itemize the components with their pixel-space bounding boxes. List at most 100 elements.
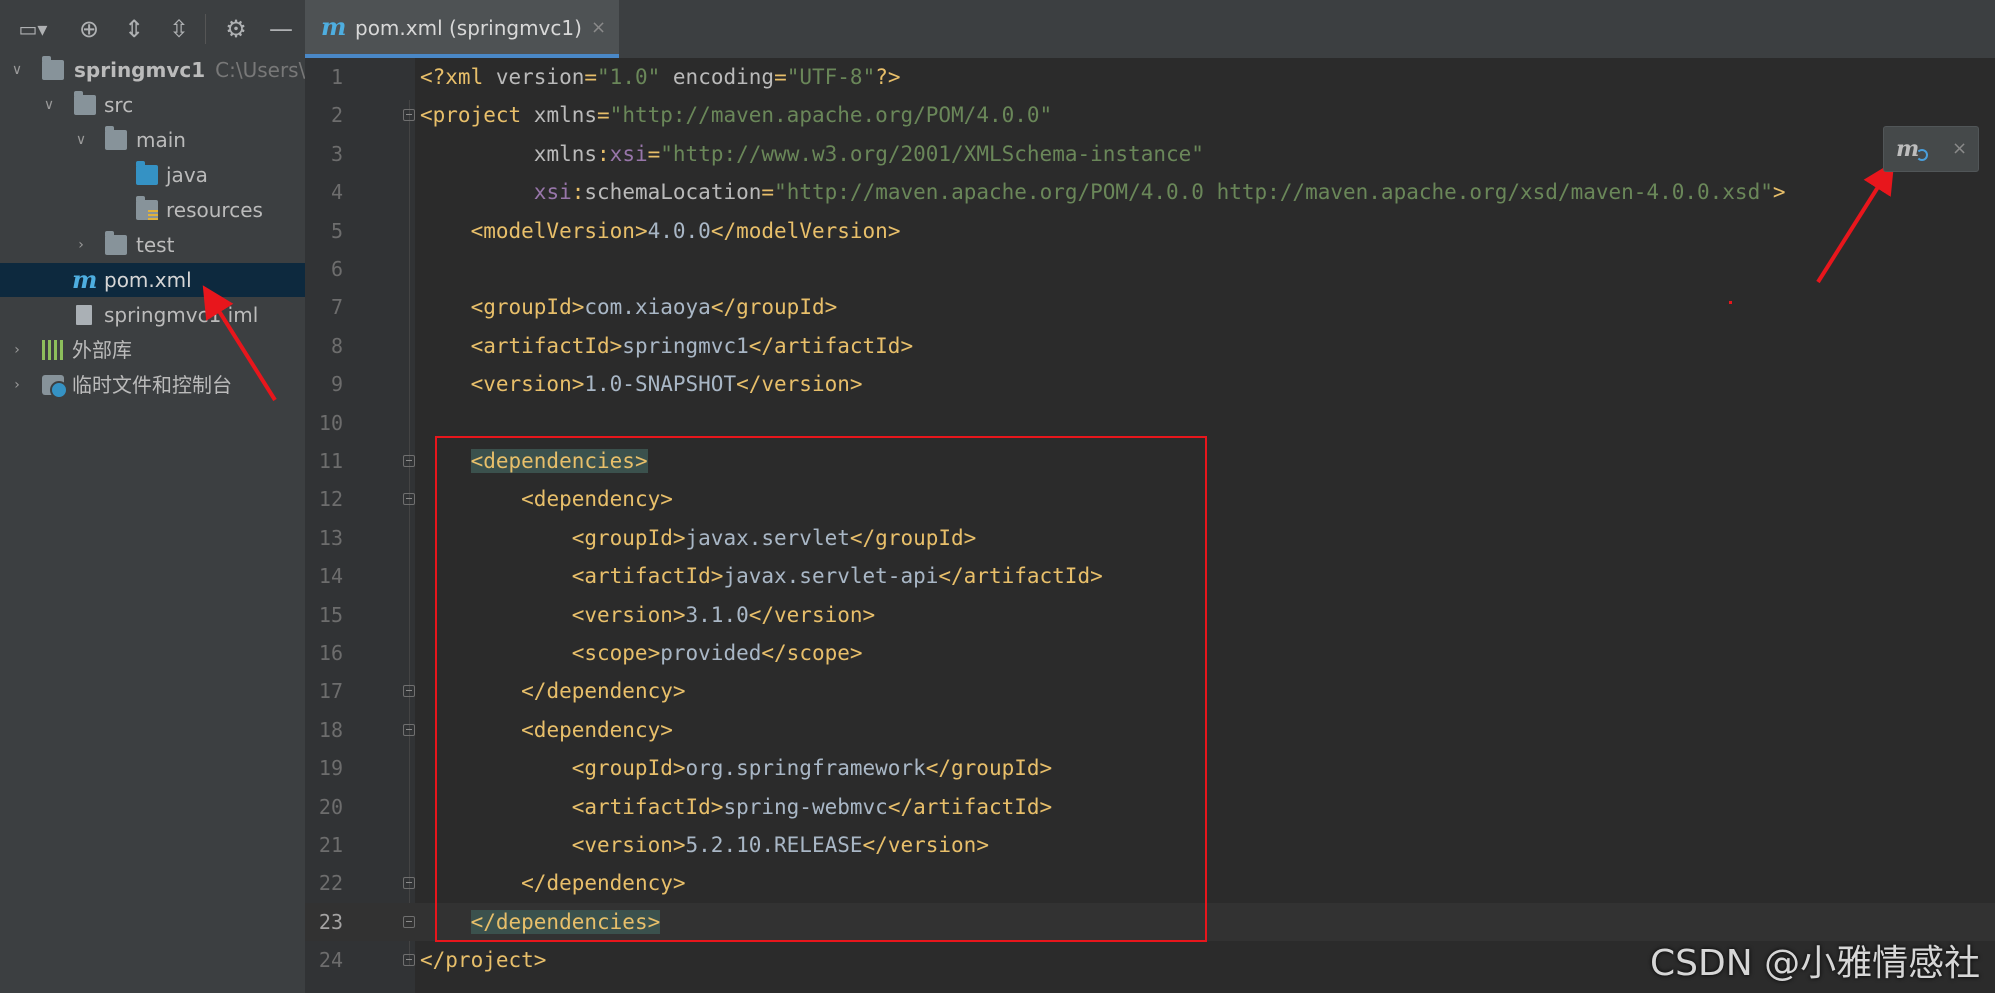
code-line[interactable]: 15 <version>3.1.0</version> [305, 596, 1995, 634]
code-token: <project [420, 103, 534, 128]
tree-item-label: 外部库 [72, 338, 132, 362]
tree-item-resources[interactable]: resources [0, 193, 305, 227]
code-token: </artifactId> [938, 564, 1103, 589]
fold-marker-icon[interactable] [403, 915, 415, 928]
chevron-right-icon[interactable]: › [8, 333, 26, 367]
tree-item-src[interactable]: ∨ src [0, 88, 305, 122]
tree-item-label: pom.xml [104, 268, 192, 292]
code-line[interactable]: 7 <groupId>com.xiaoya</groupId> [305, 288, 1995, 326]
tree-item-external-libraries[interactable]: › 外部库 [0, 333, 305, 367]
code-token: <groupId> [571, 525, 686, 550]
line-number: 16 [318, 641, 343, 665]
line-number: 23 [318, 909, 343, 934]
code-token: "UTF-8" [786, 65, 876, 89]
code-token: "1.0" [597, 65, 661, 89]
close-icon[interactable]: × [1952, 127, 1967, 171]
code-token: </artifactId> [887, 794, 1053, 819]
code-token: <modelVersion> [470, 218, 648, 243]
code-line[interactable]: 14 <artifactId>javax.servlet-api</artifa… [305, 557, 1995, 595]
chevron-down-icon[interactable]: ∨ [8, 53, 26, 87]
minimize-icon[interactable]: — [266, 14, 296, 44]
code-token: 5.2.10.RELEASE [685, 833, 863, 857]
code-text: <groupId>com.xiaoya</groupId> [420, 288, 838, 326]
code-line[interactable]: 18 <dependency> [305, 711, 1995, 749]
code-token: xsi [533, 180, 572, 205]
fold-marker-icon[interactable] [403, 109, 415, 122]
toolbar-separator [205, 14, 206, 44]
code-line[interactable]: 10 [305, 404, 1995, 442]
code-line[interactable]: 2 <project xmlns="http://maven.apache.org… [305, 96, 1995, 134]
tree-item-test[interactable]: › test [0, 228, 305, 262]
fold-marker-icon[interactable] [403, 493, 415, 506]
code-text: <project xmlns="http://maven.apache.org/… [420, 96, 1052, 134]
code-text: <dependency> [420, 711, 673, 749]
code-line[interactable]: 22 </dependency> [305, 864, 1995, 902]
code-line[interactable]: 1 <?xml version="1.0" encoding="UTF-8"?> [305, 58, 1995, 96]
chevron-down-icon[interactable]: ∨ [40, 88, 58, 122]
close-icon[interactable]: × [591, 0, 606, 56]
code-token: </dependencies> [470, 909, 661, 934]
tab-pom-xml[interactable]: m pom.xml (springmvc1) × [305, 0, 619, 58]
code-line[interactable]: 11 <dependencies> [305, 442, 1995, 480]
code-text: <artifactId>springmvc1</artifactId> [420, 327, 914, 365]
chevron-right-icon[interactable]: › [8, 368, 26, 402]
code-token: <dependency> [521, 487, 673, 512]
code-token: "http://www.w3.org/2001/XMLSchema-instan… [660, 141, 1204, 166]
code-line[interactable]: 20 <artifactId>spring-webmvc</artifactId… [305, 788, 1995, 826]
code-line[interactable]: 17 </dependency> [305, 672, 1995, 710]
expand-all-icon[interactable]: ⇕ [119, 14, 149, 44]
tree-item-scratches[interactable]: › 临时文件和控制台 [0, 368, 305, 402]
code-text: <groupId>javax.servlet</groupId> [420, 519, 977, 557]
tree-item-springmvc1[interactable]: ∨ springmvc1 C:\Users\ [0, 53, 305, 87]
locate-icon[interactable]: ⊕ [74, 14, 104, 44]
code-line[interactable]: 12 <dependency> [305, 480, 1995, 518]
maven-reload-popup[interactable]: m × [1883, 126, 1979, 172]
gear-icon[interactable]: ⚙ [221, 14, 251, 44]
tree-item-springmvc1-iml[interactable]: springmvc1.iml [0, 298, 305, 332]
code-line[interactable]: 13 <groupId>javax.servlet</groupId> [305, 519, 1995, 557]
code-token: = [761, 180, 775, 205]
tree-item-main[interactable]: ∨ main [0, 123, 305, 157]
fold-marker-icon[interactable] [403, 723, 415, 736]
line-number: 9 [330, 372, 343, 397]
tree-item-pom-xml[interactable]: m pom.xml [0, 263, 305, 297]
project-view-icon[interactable]: ▭▾ [18, 14, 48, 44]
code-line[interactable]: 8 <artifactId>springmvc1</artifactId> [305, 327, 1995, 365]
code-token: xsi [609, 141, 648, 166]
fold-marker-icon[interactable] [403, 455, 415, 467]
project-tool-window: ▭▾ ⊕ ⇕ ⇳ ⚙ — ∨ springmvc1 C:\Users\ ∨ src… [0, 0, 305, 993]
tab-label: pom.xml (springmvc1) [355, 16, 582, 40]
tree-item-java[interactable]: java [0, 158, 305, 192]
code-line[interactable]: 16 <scope>provided</scope> [305, 634, 1995, 672]
code-text: <version>5.2.10.RELEASE</version> [420, 826, 989, 864]
code-token: spring-webmvc [723, 794, 888, 819]
iml-file-icon [76, 305, 92, 325]
code-line[interactable]: 6 [305, 250, 1995, 288]
code-line[interactable]: 19 <groupId>org.springframework</groupId… [305, 749, 1995, 787]
chevron-down-icon[interactable]: ∨ [72, 123, 90, 157]
chevron-right-icon[interactable]: › [72, 228, 90, 262]
collapse-all-icon[interactable]: ⇳ [164, 14, 194, 44]
code-line[interactable]: 9 <version>1.0-SNAPSHOT</version> [305, 365, 1995, 403]
code-line[interactable]: 21 <version>5.2.10.RELEASE</version> [305, 826, 1995, 864]
code-token: com.xiaoya [584, 295, 711, 320]
code-token: provided [660, 641, 762, 665]
code-token: <scope> [571, 641, 661, 665]
fold-marker-icon[interactable] [403, 954, 415, 967]
code-line[interactable]: 5 <modelVersion>4.0.0</modelVersion> [305, 212, 1995, 250]
code-text: xsi:schemaLocation="http://maven.apache.… [420, 173, 1786, 211]
tree-item-label: springmvc1 [74, 58, 206, 82]
fold-marker-icon[interactable] [403, 685, 415, 698]
code-line[interactable]: 4 xsi:schemaLocation="http://maven.apach… [305, 173, 1995, 211]
fold-marker-icon[interactable] [403, 877, 415, 890]
code-token: : [597, 141, 610, 166]
code-token: </version> [748, 602, 876, 627]
code-line[interactable]: 3 xmlns:xsi="http://www.w3.org/2001/XMLS… [305, 135, 1995, 173]
code-text: </project> [420, 941, 546, 979]
